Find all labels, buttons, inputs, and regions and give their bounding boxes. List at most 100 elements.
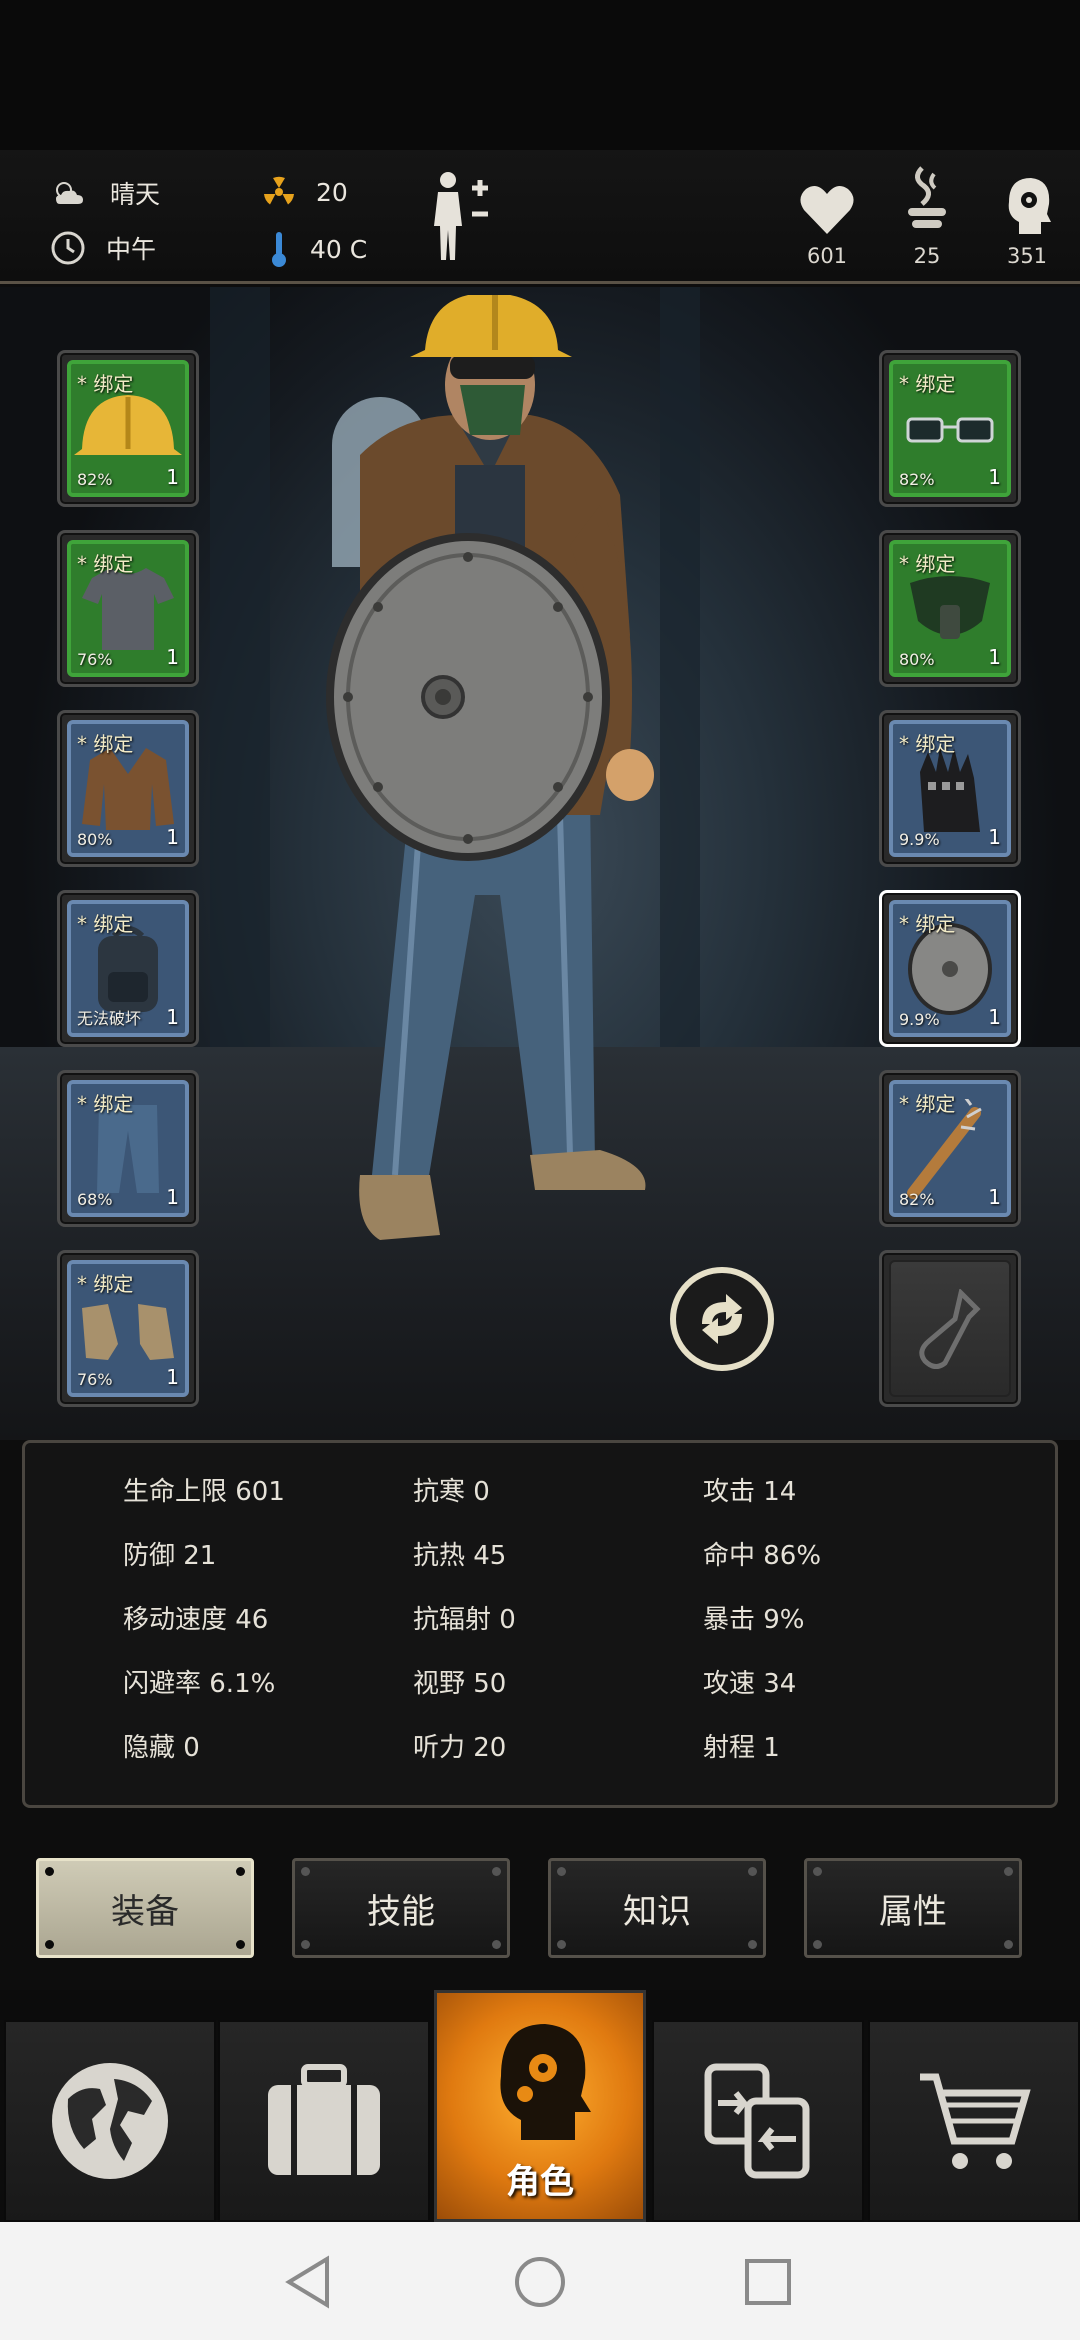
count-label: 1 <box>166 645 179 669</box>
glasses-icon <box>906 417 994 442</box>
stat-attack-speed: 攻速 34 <box>703 1669 797 1699</box>
clock-icon <box>51 231 85 265</box>
durability-label: 80% <box>899 650 935 669</box>
gas-mask-icon <box>910 575 990 639</box>
stats-panel: 生命上限 601 抗寒 0 攻击 14 防御 21 抗热 45 命中 86% 移… <box>22 1440 1058 1808</box>
durability-label: 80% <box>77 830 113 849</box>
count-label: 1 <box>166 1005 179 1029</box>
bind-label: * 绑定 <box>899 552 956 576</box>
back-button[interactable] <box>268 2242 348 2322</box>
durability-label: 76% <box>77 1370 113 1389</box>
nav-character-label: 角色 <box>506 2162 574 2202</box>
equip-slot-backpack[interactable]: * 绑定 无法破坏 1 <box>57 890 199 1047</box>
swap-arrows-icon <box>702 1294 742 1344</box>
hard-hat-icon <box>74 394 182 455</box>
recents-button[interactable] <box>728 2242 808 2322</box>
head-gears-icon <box>500 2024 591 2140</box>
exchange-icon <box>704 2063 810 2179</box>
health-stat: 601 <box>782 156 872 268</box>
durability-label: 82% <box>77 470 113 489</box>
equip-slot-glasses[interactable]: * 绑定 82% 1 <box>879 350 1021 507</box>
equip-slot-shield[interactable]: * 绑定 9.9% 1 <box>879 890 1021 1047</box>
time-row: 中午 <box>50 230 156 266</box>
count-label: 1 <box>988 1185 1001 1209</box>
equip-slot-gloves[interactable]: * 绑定 9.9% 1 <box>879 710 1021 867</box>
nav-trade[interactable] <box>652 2020 864 2222</box>
bind-label: * 绑定 <box>77 552 134 576</box>
stat-heat-resist: 抗热 45 <box>413 1541 507 1571</box>
stat-rad-resist: 抗辐射 0 <box>413 1605 516 1635</box>
equip-slot-jeans[interactable]: * 绑定 68% 1 <box>57 1070 199 1227</box>
t-shirt-icon <box>82 567 174 650</box>
thermometer-icon <box>272 232 286 267</box>
body-status-button[interactable] <box>428 170 498 266</box>
top-status-area <box>0 0 1080 150</box>
durability-label: 9.9% <box>899 830 940 849</box>
equip-slot-mask[interactable]: * 绑定 80% 1 <box>879 530 1021 687</box>
swap-equipment-button[interactable] <box>670 1267 774 1371</box>
shopping-cart-icon <box>920 2073 1031 2169</box>
radiation-value: 20 <box>316 177 348 207</box>
durability-label: 82% <box>899 470 935 489</box>
temperature-value: 40 C <box>310 234 368 264</box>
sneakers-icon <box>82 1303 174 1360</box>
sun-cloud-icon <box>56 182 83 204</box>
durability-label: 无法破坏 <box>77 1009 142 1028</box>
tab-attributes[interactable]: 属性 <box>804 1858 1022 1958</box>
back-triangle-icon <box>285 2255 329 2309</box>
heart-icon <box>800 185 854 234</box>
bind-label: * 绑定 <box>77 372 134 396</box>
recents-square-icon <box>745 2259 791 2305</box>
steaming-food-icon <box>908 166 946 228</box>
tab-equipment[interactable]: 装备 <box>36 1858 254 1958</box>
health-value: 601 <box>806 244 848 268</box>
suitcase-icon <box>268 2064 380 2175</box>
body-plus-minus-icon <box>434 172 488 260</box>
equip-slot-sneakers[interactable]: * 绑定 76% 1 <box>57 1250 199 1407</box>
shield-figure <box>326 533 610 861</box>
nav-shop[interactable] <box>868 2020 1080 2222</box>
count-label: 1 <box>166 1185 179 1209</box>
equip-slot-weapon[interactable]: * 绑定 82% 1 <box>879 1070 1021 1227</box>
temperature-row: 40 C <box>268 230 367 268</box>
durability-label: 82% <box>899 1190 935 1209</box>
status-header: 晴天 中午 20 40 C 601 25 351 <box>0 150 1080 284</box>
home-button[interactable] <box>500 2242 580 2322</box>
count-label: 1 <box>988 825 1001 849</box>
weather-row: 晴天 <box>50 175 160 211</box>
stat-range: 射程 1 <box>703 1733 780 1763</box>
durability-label: 68% <box>77 1190 113 1209</box>
bind-label: * 绑定 <box>899 1092 956 1116</box>
jacket-icon <box>82 747 174 830</box>
tab-label: 属性 <box>879 1891 947 1932</box>
tab-skills[interactable]: 技能 <box>292 1858 510 1958</box>
stat-dodge: 闪避率 6.1% <box>123 1669 276 1699</box>
radiation-row: 20 <box>262 175 348 209</box>
equip-slot-throwable-empty[interactable] <box>879 1250 1021 1407</box>
count-label: 1 <box>166 825 179 849</box>
character-scene: * 绑定 82% 1 * 绑定 76% 1 * 绑定 80% 1 * 绑定 无法… <box>0 287 1080 1440</box>
equip-slot-helmet[interactable]: * 绑定 82% 1 <box>57 350 199 507</box>
bind-label: * 绑定 <box>77 1092 134 1116</box>
molotov-bottle-icon <box>919 1288 981 1369</box>
durability-label: 76% <box>77 650 113 669</box>
tab-label: 装备 <box>111 1891 179 1932</box>
bind-label: * 绑定 <box>77 732 134 756</box>
hunger-value: 25 <box>913 244 941 268</box>
equip-slot-shirt[interactable]: * 绑定 76% 1 <box>57 530 199 687</box>
sanity-stat: 351 <box>982 156 1072 268</box>
nav-inventory[interactable] <box>218 2020 430 2222</box>
bottom-nav: 角色 <box>0 1990 1080 2222</box>
stat-cold-resist: 抗寒 0 <box>413 1477 490 1507</box>
globe-icon <box>52 2063 168 2179</box>
time-label: 中午 <box>106 235 157 264</box>
tab-knowledge[interactable]: 知识 <box>548 1858 766 1958</box>
nav-world-map[interactable] <box>4 2020 216 2222</box>
stat-hearing: 听力 20 <box>413 1733 507 1763</box>
head-gear-icon <box>1008 178 1051 234</box>
bind-label: * 绑定 <box>899 732 956 756</box>
background-pillar <box>210 287 270 1047</box>
nav-character[interactable]: 角色 <box>434 1990 646 2222</box>
hunger-stat: 25 <box>882 156 972 268</box>
equip-slot-jacket[interactable]: * 绑定 80% 1 <box>57 710 199 867</box>
